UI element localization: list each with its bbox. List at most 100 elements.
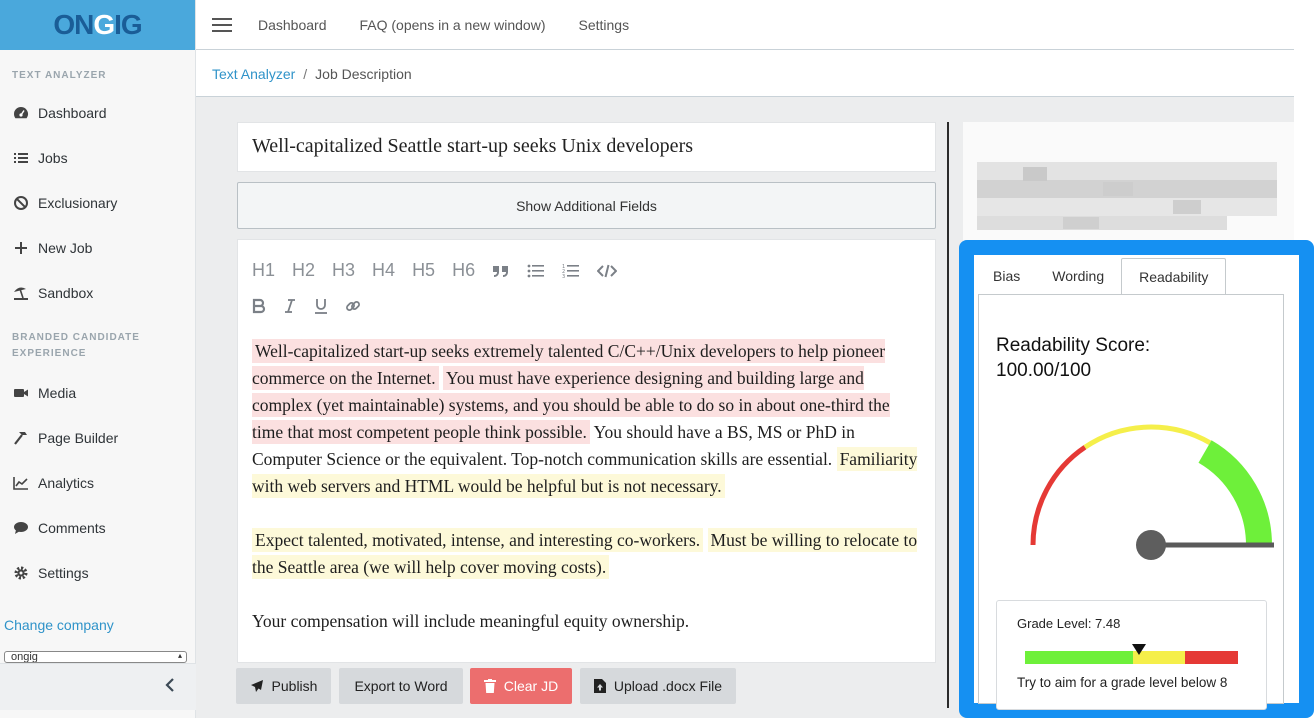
numbered-list-icon[interactable]: 123 xyxy=(562,263,580,279)
tab-bias[interactable]: Bias xyxy=(978,258,1036,295)
blurred-pixel xyxy=(1173,200,1201,214)
job-title-input[interactable]: Well-capitalized Seattle start-up seeks … xyxy=(237,122,936,172)
nav-list-text-analyzer: Dashboard Jobs Exclusionary New Job Sand… xyxy=(0,90,195,315)
gauge-pivot xyxy=(1136,530,1166,560)
sentence-plain: Your compensation will include meaningfu… xyxy=(252,611,690,631)
sidebar-item-settings[interactable]: Settings xyxy=(0,550,195,595)
upload-docx-button[interactable]: Upload .docx File xyxy=(580,668,736,704)
bullet-list-icon[interactable] xyxy=(527,263,545,279)
analysis-tabs: Bias Wording Readability xyxy=(978,258,1227,295)
grade-level-hint: Try to aim for a grade level below 8 xyxy=(1017,675,1228,690)
job-description-body[interactable]: Well-capitalized start-up seeks extremel… xyxy=(252,338,922,662)
link-icon[interactable] xyxy=(345,298,361,314)
grade-level-card: Grade Level: 7.48 Try to aim for a grade… xyxy=(996,600,1267,710)
logo-text: ONGIG xyxy=(53,9,142,40)
umbrella-beach-icon xyxy=(13,285,29,301)
editor-toolbar-row-1: H1 H2 H3 H4 H5 H6 123 xyxy=(252,260,634,281)
list-icon xyxy=(13,150,29,166)
editor-toolbar-row-2 xyxy=(252,298,378,314)
topnav-dashboard[interactable]: Dashboard xyxy=(258,17,327,33)
readability-gauge xyxy=(1030,424,1274,560)
section-title-branded: BRANDED CANDIDATE EXPERIENCE xyxy=(12,332,140,359)
select-arrows-icon: ▴ xyxy=(177,651,182,660)
sidebar-item-media[interactable]: Media xyxy=(0,370,195,415)
blurred-preview-card xyxy=(963,122,1294,247)
breadcrumb-current: Job Description xyxy=(315,65,412,82)
gauge-green-segment xyxy=(1198,440,1272,546)
toolbar-h2[interactable]: H2 xyxy=(292,260,315,281)
bold-icon[interactable] xyxy=(252,298,266,314)
blurred-pixel xyxy=(977,198,1277,216)
breadcrumb-separator: / xyxy=(303,65,308,82)
blurred-pixel xyxy=(977,162,1277,180)
ban-icon xyxy=(13,195,29,211)
paper-plane-icon xyxy=(250,680,263,692)
gauge-red-segment xyxy=(1030,445,1087,546)
top-navbar: Dashboard FAQ (opens in a new window) Se… xyxy=(196,0,1294,50)
sidebar-item-jobs[interactable]: Jobs xyxy=(0,135,195,180)
gauge-yellow-segment xyxy=(1083,424,1212,450)
video-camera-icon xyxy=(13,385,29,401)
toolbar-h1[interactable]: H1 xyxy=(252,260,275,281)
file-upload-icon xyxy=(593,679,606,693)
grade-level-label: Grade Level: 7.48 xyxy=(1017,616,1121,631)
toolbar-h4[interactable]: H4 xyxy=(372,260,395,281)
publish-button[interactable]: Publish xyxy=(236,668,331,704)
tab-readability[interactable]: Readability xyxy=(1121,258,1227,295)
svg-text:3: 3 xyxy=(562,274,565,279)
sidebar-item-comments[interactable]: Comments xyxy=(0,505,195,550)
column-divider xyxy=(947,122,949,708)
company-select-value: ongig xyxy=(11,651,38,663)
company-select[interactable]: ongig ▴ xyxy=(4,651,187,663)
breadcrumb: Text Analyzer / Job Description xyxy=(196,51,1294,97)
toolbar-h6[interactable]: H6 xyxy=(452,260,475,281)
paragraph-1: Well-capitalized start-up seeks extremel… xyxy=(252,338,922,500)
sidebar-item-dashboard[interactable]: Dashboard xyxy=(0,90,195,135)
dashboard-icon xyxy=(13,105,29,121)
grade-bar-red xyxy=(1185,651,1238,664)
blurred-pixel xyxy=(1103,182,1133,196)
underline-icon[interactable] xyxy=(314,298,328,314)
sidebar: ONGIG TEXT ANALYZER Dashboard Jobs Exclu… xyxy=(0,0,196,718)
sentence-highlight-yellow[interactable]: Expect talented, motivated, intense, and… xyxy=(252,528,704,552)
sidebar-item-sandbox[interactable]: Sandbox xyxy=(0,270,195,315)
paragraph-3: Your compensation will include meaningfu… xyxy=(252,608,922,635)
grade-bar-green xyxy=(1025,651,1133,664)
toolbar-h5[interactable]: H5 xyxy=(412,260,435,281)
grade-level-marker xyxy=(1131,644,1146,655)
hamburger-menu-icon[interactable] xyxy=(212,14,232,36)
section-title-text-analyzer: TEXT ANALYZER xyxy=(12,70,107,81)
toolbar-h3[interactable]: H3 xyxy=(332,260,355,281)
tab-wording[interactable]: Wording xyxy=(1035,258,1122,295)
sidebar-item-analytics[interactable]: Analytics xyxy=(0,460,195,505)
blurred-pixel xyxy=(1063,217,1099,229)
plus-icon xyxy=(13,240,29,256)
sidebar-item-new-job[interactable]: New Job xyxy=(0,225,195,270)
show-additional-fields-button[interactable]: Show Additional Fields xyxy=(237,182,936,229)
blurred-pixel xyxy=(977,216,1227,230)
topnav-settings[interactable]: Settings xyxy=(578,17,629,33)
line-chart-icon xyxy=(13,475,29,491)
sidebar-collapse-button[interactable] xyxy=(0,663,196,710)
sidebar-item-page-builder[interactable]: Page Builder xyxy=(0,415,195,460)
quote-icon[interactable] xyxy=(492,263,510,279)
chevron-left-icon xyxy=(164,677,176,698)
nav-list-branded: Media Page Builder Analytics Comments Se… xyxy=(0,370,195,595)
code-icon[interactable] xyxy=(597,263,618,279)
sidebar-item-exclusionary[interactable]: Exclusionary xyxy=(0,180,195,225)
paragraph-2: Expect talented, motivated, intense, and… xyxy=(252,527,922,581)
blurred-pixel xyxy=(1023,167,1047,181)
comment-icon xyxy=(13,520,29,536)
breadcrumb-text-analyzer[interactable]: Text Analyzer xyxy=(212,66,295,82)
clear-jd-button[interactable]: Clear JD xyxy=(470,668,572,704)
ongig-logo[interactable]: ONGIG xyxy=(0,0,195,50)
topnav-faq[interactable]: FAQ (opens in a new window) xyxy=(360,17,546,33)
hammer-icon xyxy=(13,430,29,446)
export-to-word-button[interactable]: Export to Word xyxy=(339,668,463,704)
job-description-editor[interactable]: H1 H2 H3 H4 H5 H6 123 Well-capitalized s… xyxy=(237,239,936,663)
trash-icon xyxy=(483,679,496,693)
italic-icon[interactable] xyxy=(283,298,297,314)
gear-icon xyxy=(13,565,29,581)
readability-score-heading: Readability Score: 100.00/100 xyxy=(996,335,1151,381)
change-company-link[interactable]: Change company xyxy=(4,617,114,633)
